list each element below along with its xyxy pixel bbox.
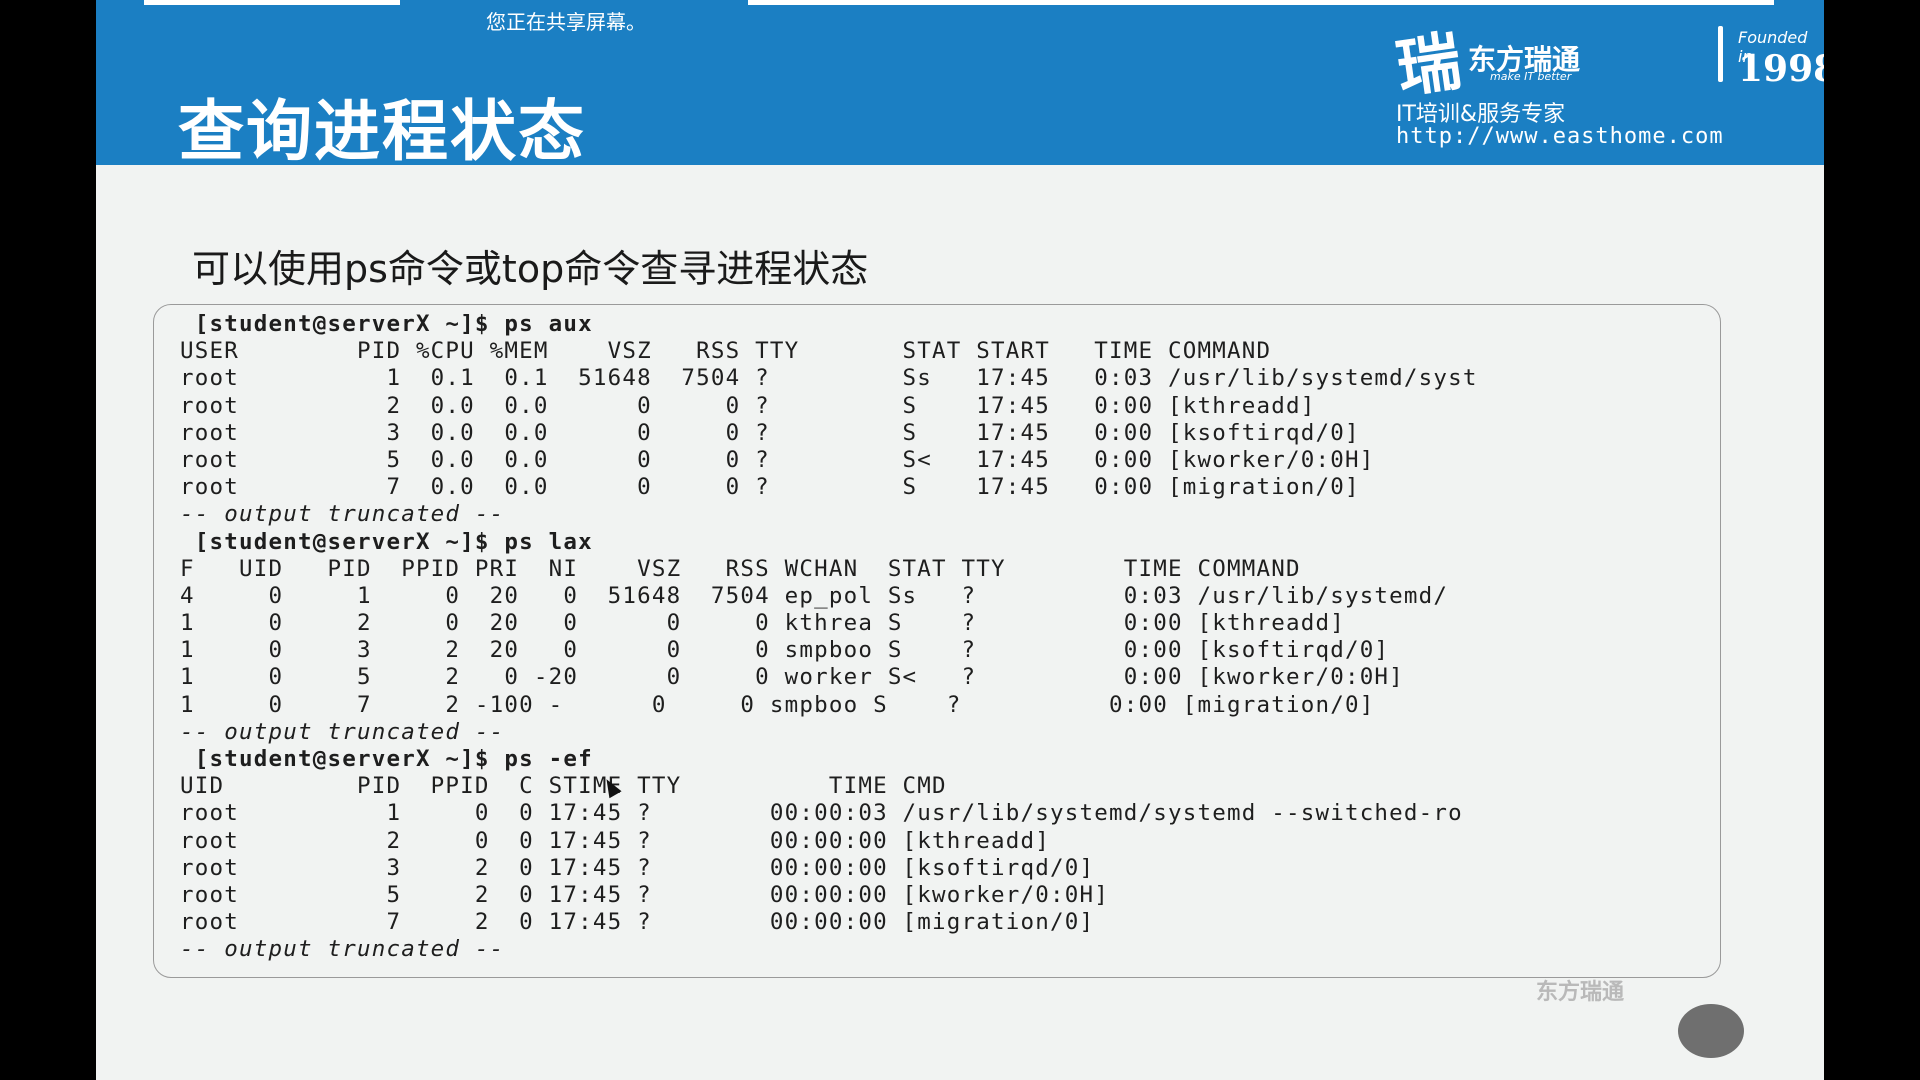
presentation-slide: 您正在共享屏幕。 查询进程状态 瑞 东方瑞通 make IT better Fo… (96, 0, 1824, 1080)
screen-share-bar (748, 0, 1774, 5)
terminal-line: root 1 0 0 17:45 ? 00:00:03 /usr/lib/sys… (180, 800, 1463, 827)
terminal-line: 1 0 7 2 -100 - 0 0 smpboo S ? 0:00 [migr… (180, 691, 1375, 718)
terminal-truncated-line: -- output truncated -- (180, 936, 505, 963)
terminal-line: root 2 0 0 17:45 ? 00:00:00 [kthreadd] (180, 827, 1051, 854)
terminal-line: root 3 0.0 0.0 0 0 ? S 17:45 0:00 [ksoft… (180, 419, 1360, 446)
company-logo: 瑞 东方瑞通 make IT better Founded in 1998 IT… (1392, 12, 1824, 162)
screen-share-bar (144, 0, 400, 5)
slide-nav-button[interactable] (1678, 1004, 1744, 1058)
terminal-line: root 7 0.0 0.0 0 0 ? S 17:45 0:00 [migra… (180, 474, 1360, 501)
terminal-line: 1 0 2 0 20 0 0 0 kthrea S ? 0:00 [kthrea… (180, 610, 1345, 637)
terminal-line: root 3 2 0 17:45 ? 00:00:00 [ksoftirqd/0… (180, 854, 1095, 881)
terminal-header-line: USER PID %CPU %MEM VSZ RSS TTY STAT STAR… (180, 338, 1272, 365)
terminal-prompt-line: [student@serverX ~]$ ps -ef (180, 746, 593, 772)
screen-share-notice: 您正在共享屏幕。 (486, 10, 646, 34)
terminal-line: root 2 0.0 0.0 0 0 ? S 17:45 0:00 [kthre… (180, 392, 1316, 419)
logo-url: http://www.easthome.com (1396, 124, 1724, 149)
terminal-line: 1 0 5 2 0 -20 0 0 worker S< ? 0:00 [kwor… (180, 664, 1404, 691)
terminal-line: 4 0 1 0 20 0 51648 7504 ep_pol Ss ? 0:03… (180, 582, 1449, 609)
terminal-line: root 7 2 0 17:45 ? 00:00:00 [migration/0… (180, 909, 1095, 936)
terminal-line: root 5 0.0 0.0 0 0 ? S< 17:45 0:00 [kwor… (180, 446, 1375, 473)
terminal-prompt-line: [student@serverX ~]$ ps aux (180, 311, 593, 337)
slide-header: 您正在共享屏幕。 查询进程状态 瑞 东方瑞通 make IT better Fo… (96, 0, 1824, 170)
slide-subtitle: 可以使用ps命令或top命令查寻进程状态 (192, 247, 869, 291)
logo-slogan: make IT better (1490, 70, 1572, 83)
terminal-line: root 5 2 0 17:45 ? 00:00:00 [kworker/0:0… (180, 881, 1110, 908)
logo-glyph: 瑞 (1391, 23, 1466, 108)
logo-founded-year: 1998 (1738, 48, 1824, 90)
terminal-truncated-line: -- output truncated -- (180, 501, 505, 528)
terminal-truncated-line: -- output truncated -- (180, 718, 505, 745)
terminal-header-line: F UID PID PPID PRI NI VSZ RSS WCHAN STAT… (180, 555, 1301, 582)
logo-divider (1718, 26, 1723, 82)
watermark-logo: 东方瑞通 (1536, 980, 1625, 1005)
slide-title: 查询进程状态 (178, 93, 586, 170)
terminal-line: 1 0 3 2 20 0 0 0 smpboo S ? 0:00 [ksofti… (180, 637, 1390, 664)
terminal-prompt-line: [student@serverX ~]$ ps lax (180, 528, 593, 555)
terminal-output: [student@serverX ~]$ ps aux USER PID %CPU… (180, 311, 1700, 964)
terminal-header-line: UID PID PPID C STIME TTY TIME CMD (180, 773, 947, 800)
terminal-line: root 1 0.1 0.1 51648 7504 ? Ss 17:45 0:0… (180, 365, 1478, 392)
